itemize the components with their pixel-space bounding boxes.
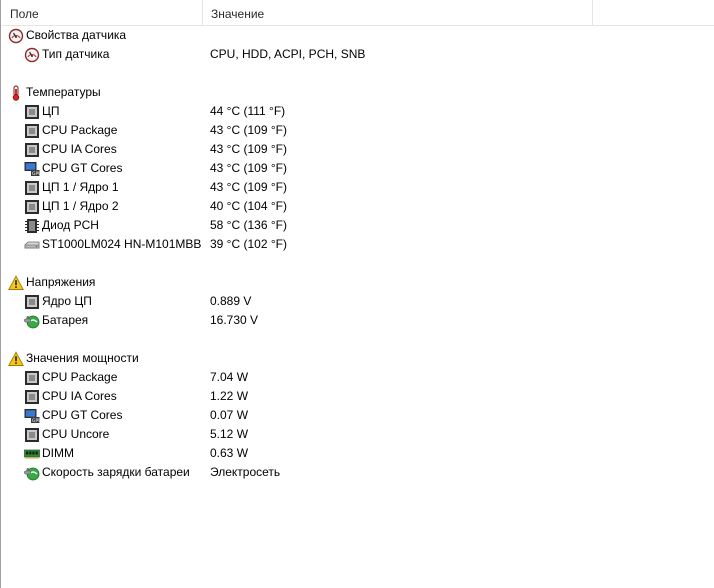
cpu-chip-icon bbox=[24, 199, 40, 215]
sensor-value: 16.730 V bbox=[210, 313, 259, 327]
sensor-label: Диод PCH bbox=[42, 218, 99, 232]
gpu-monitor-icon: GPU bbox=[24, 408, 40, 424]
sensor-row[interactable]: ST1000LM024 HN-M101MBB 39 °C (102 °F) bbox=[2, 235, 714, 254]
sensor-label: Ядро ЦП bbox=[42, 294, 92, 308]
sensor-row[interactable]: CPU IA Cores 1.22 W bbox=[2, 387, 714, 406]
gauge-icon bbox=[8, 28, 24, 44]
sensor-label: DIMM bbox=[42, 446, 74, 460]
sensor-label: CPU IA Cores bbox=[42, 389, 117, 403]
group-title: Напряжения bbox=[26, 275, 96, 289]
sensor-value: 58 °C (136 °F) bbox=[210, 218, 287, 232]
cpu-chip-icon bbox=[24, 123, 40, 139]
sensor-value: Электросеть bbox=[210, 465, 281, 479]
sensor-value: 1.22 W bbox=[210, 389, 249, 403]
hard-drive-icon bbox=[24, 237, 40, 253]
sensor-label: Батарея bbox=[42, 313, 89, 327]
sensor-value: 0.889 V bbox=[210, 294, 252, 308]
sensor-label: CPU GT Cores bbox=[42, 161, 123, 175]
sensor-value: CPU, HDD, ACPI, PCH, SNB bbox=[210, 47, 366, 61]
sensor-row[interactable]: GPU CPU GT Cores 43 °C (109 °F) bbox=[2, 159, 714, 178]
sensor-row[interactable]: Скорость зарядки батареи Электросеть bbox=[2, 463, 714, 482]
memory-module-icon bbox=[24, 446, 40, 462]
cpu-chip-icon bbox=[24, 294, 40, 310]
sensor-value: 7.04 W bbox=[210, 370, 249, 384]
sensor-row[interactable]: ЦП 44 °C (111 °F) bbox=[2, 102, 714, 121]
chipset-icon bbox=[24, 218, 40, 234]
column-header-value[interactable]: Значение bbox=[203, 0, 593, 26]
group-title: Температуры bbox=[26, 85, 101, 99]
list-header: Поле Значение bbox=[2, 0, 714, 26]
sensor-value: 43 °C (109 °F) bbox=[210, 142, 287, 156]
group-header[interactable]: Температуры bbox=[2, 83, 714, 102]
sensor-label: CPU IA Cores bbox=[42, 142, 117, 156]
sensor-row[interactable]: ЦП 1 / Ядро 2 40 °C (104 °F) bbox=[2, 197, 714, 216]
thermometer-icon bbox=[8, 85, 24, 101]
group-header[interactable]: Напряжения bbox=[2, 273, 714, 292]
sensor-label: CPU Package bbox=[42, 123, 118, 137]
sensor-panel: Поле Значение Свойства датчика Тип датчик… bbox=[0, 0, 714, 588]
sensor-row[interactable]: GPU CPU GT Cores 0.07 W bbox=[2, 406, 714, 425]
sensor-value: 40 °C (104 °F) bbox=[210, 199, 287, 213]
sensor-row[interactable]: Ядро ЦП 0.889 V bbox=[2, 292, 714, 311]
gauge-icon bbox=[24, 47, 40, 63]
sensor-label: ЦП bbox=[42, 104, 60, 118]
sensor-label: CPU Package bbox=[42, 370, 118, 384]
sensor-value: 0.63 W bbox=[210, 446, 249, 460]
sensor-label: ЦП 1 / Ядро 2 bbox=[42, 199, 119, 213]
column-header-empty bbox=[593, 0, 714, 26]
sensor-label: CPU GT Cores bbox=[42, 408, 123, 422]
sensor-value: 39 °C (102 °F) bbox=[210, 237, 287, 251]
svg-text:GPU: GPU bbox=[32, 171, 40, 177]
sensor-row[interactable]: Батарея 16.730 V bbox=[2, 311, 714, 330]
sensor-value: 43 °C (109 °F) bbox=[210, 123, 287, 137]
sensor-value: 5.12 W bbox=[210, 427, 249, 441]
group-title: Свойства датчика bbox=[26, 28, 127, 42]
gpu-monitor-icon: GPU bbox=[24, 161, 40, 177]
sensor-row[interactable]: CPU IA Cores 43 °C (109 °F) bbox=[2, 140, 714, 159]
cpu-chip-icon bbox=[24, 427, 40, 443]
svg-text:GPU: GPU bbox=[32, 418, 40, 424]
sensor-row[interactable]: DIMM 0.63 W bbox=[2, 444, 714, 463]
sensor-row[interactable]: CPU Package 7.04 W bbox=[2, 368, 714, 387]
column-header-field[interactable]: Поле bbox=[2, 0, 203, 26]
cpu-chip-icon bbox=[24, 370, 40, 386]
sensor-value: 43 °C (109 °F) bbox=[210, 161, 287, 175]
sensor-label: CPU Uncore bbox=[42, 427, 110, 441]
sensor-row[interactable]: Диод PCH 58 °C (136 °F) bbox=[2, 216, 714, 235]
sensor-label: Скорость зарядки батареи bbox=[42, 465, 190, 479]
warning-icon bbox=[8, 351, 24, 367]
group-title: Значения мощности bbox=[26, 351, 139, 365]
sensor-row[interactable]: CPU Package 43 °C (109 °F) bbox=[2, 121, 714, 140]
battery-power-icon bbox=[24, 313, 40, 329]
sensor-label: ЦП 1 / Ядро 1 bbox=[42, 180, 119, 194]
sensor-label: ST1000LM024 HN-M101MBB bbox=[42, 237, 202, 251]
sensor-value: 0.07 W bbox=[210, 408, 249, 422]
cpu-chip-icon bbox=[24, 142, 40, 158]
sensor-row[interactable]: CPU Uncore 5.12 W bbox=[2, 425, 714, 444]
cpu-chip-icon bbox=[24, 389, 40, 405]
sensor-label: Тип датчика bbox=[42, 47, 110, 61]
sensor-value: 44 °C (111 °F) bbox=[210, 104, 286, 118]
group-header[interactable]: Значения мощности bbox=[2, 349, 714, 368]
battery-power-icon bbox=[24, 465, 40, 481]
group-header[interactable]: Свойства датчика bbox=[2, 26, 714, 45]
sensor-row[interactable]: ЦП 1 / Ядро 1 43 °C (109 °F) bbox=[2, 178, 714, 197]
sensor-row[interactable]: Тип датчика CPU, HDD, ACPI, PCH, SNB bbox=[2, 45, 714, 64]
cpu-chip-icon bbox=[24, 180, 40, 196]
warning-icon bbox=[8, 275, 24, 291]
sensor-value: 43 °C (109 °F) bbox=[210, 180, 287, 194]
cpu-chip-icon bbox=[24, 104, 40, 120]
